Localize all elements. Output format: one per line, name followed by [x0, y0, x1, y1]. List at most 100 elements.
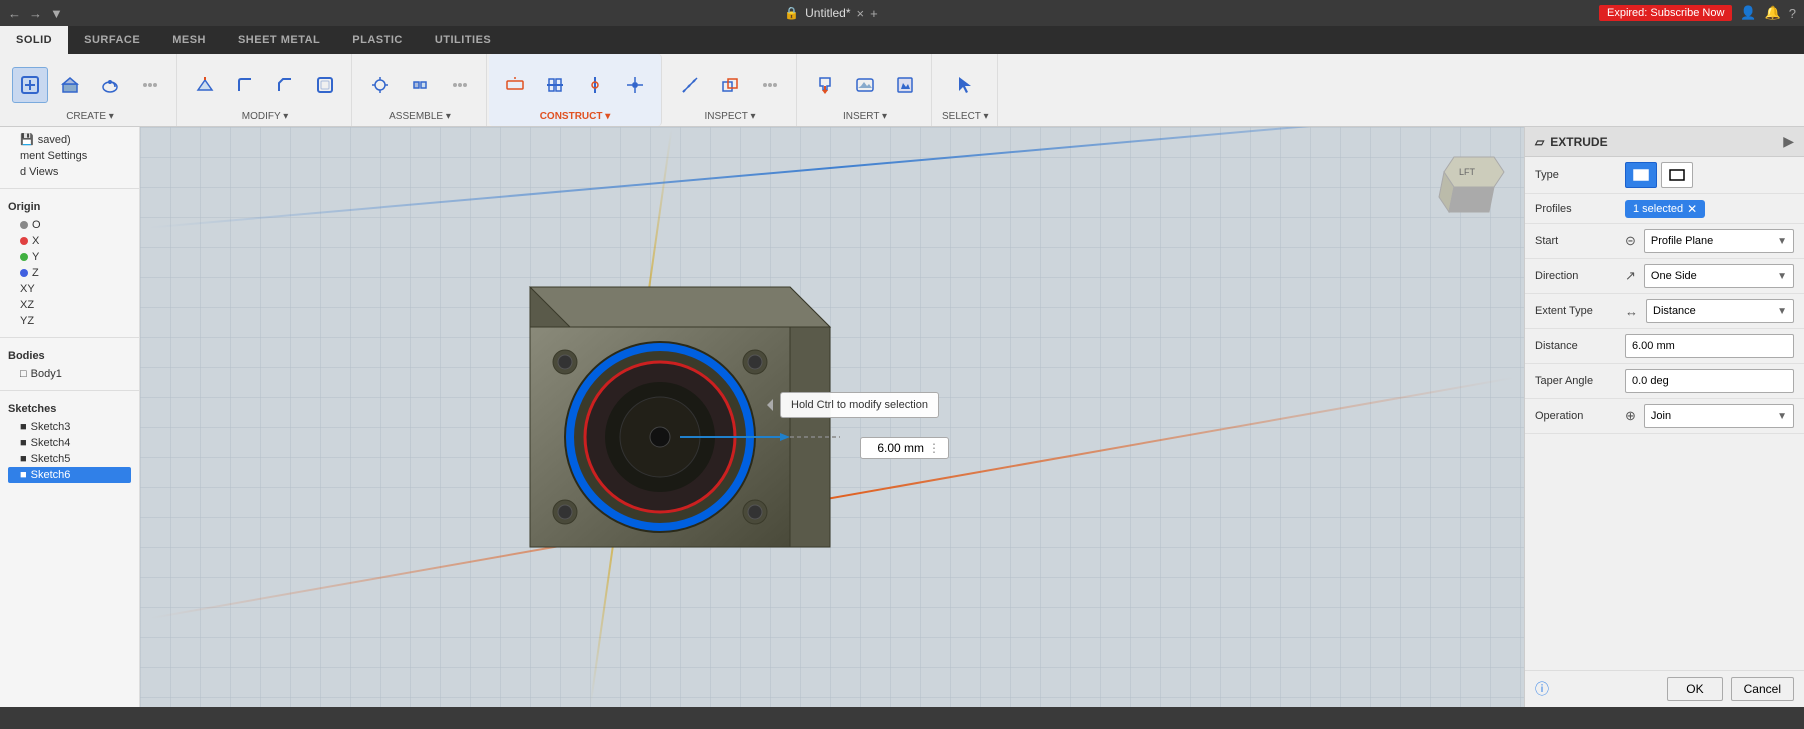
taper-label: Taper Angle	[1535, 375, 1625, 387]
select-group: SELECT ▾	[934, 54, 998, 126]
as-built-joint-btn[interactable]	[402, 67, 438, 103]
direction-dropdown[interactable]: One Side ▼	[1644, 264, 1794, 288]
top-bar-right: Expired: Subscribe Now 👤 🔔 ?	[1599, 5, 1796, 21]
tab-plastic[interactable]: PLASTIC	[336, 26, 419, 54]
joint-btn[interactable]	[362, 67, 398, 103]
distance-field[interactable]	[1625, 334, 1794, 358]
distance-options-icon[interactable]: ⋮	[928, 441, 940, 455]
assemble-label[interactable]: ASSEMBLE ▾	[389, 111, 451, 122]
subscribe-button[interactable]: Expired: Subscribe Now	[1599, 5, 1732, 21]
type-surface-btn[interactable]	[1661, 162, 1693, 188]
operation-label: Operation	[1535, 410, 1625, 422]
ok-button[interactable]: OK	[1667, 677, 1722, 701]
extrude-btn[interactable]	[52, 67, 88, 103]
modify-label[interactable]: MODIFY ▾	[242, 111, 289, 122]
type-control	[1625, 162, 1794, 188]
info-icon[interactable]: ⓘ	[1535, 679, 1549, 699]
cancel-button[interactable]: Cancel	[1731, 677, 1794, 701]
extent-icon: ↔	[1625, 304, 1638, 319]
back-icon[interactable]: ←	[8, 6, 21, 21]
canvas-btn[interactable]	[887, 67, 923, 103]
revolve-btn[interactable]	[92, 67, 128, 103]
notification-icon[interactable]: 🔔	[1765, 5, 1781, 21]
fillet-btn[interactable]	[227, 67, 263, 103]
create-label[interactable]: CREATE ▾	[66, 111, 114, 122]
sidebar-origin-o[interactable]: O	[8, 217, 131, 233]
close-icon[interactable]: ×	[857, 6, 865, 21]
midplane-btn[interactable]	[537, 67, 573, 103]
sidebar-saved[interactable]: 💾 saved)	[8, 131, 131, 148]
direction-row: Direction ↗ One Side ▼	[1525, 259, 1804, 294]
sidebar-origin-yz[interactable]: YZ	[8, 313, 131, 329]
assemble-more-btn[interactable]	[442, 67, 478, 103]
sidebar-origin-z[interactable]: Z	[8, 265, 131, 281]
tab-mesh[interactable]: MESH	[156, 26, 222, 54]
panel-expand-icon[interactable]: ▶	[1783, 133, 1794, 150]
sidebar-sketch5[interactable]: ■ Sketch5	[8, 451, 131, 467]
extent-type-label: Extent Type	[1535, 305, 1625, 317]
history-icon[interactable]: ▼	[50, 6, 63, 21]
nav-cube[interactable]: LFT	[1434, 137, 1514, 217]
start-dropdown[interactable]: Profile Plane ▼	[1644, 229, 1794, 253]
sidebar-sketch4[interactable]: ■ Sketch4	[8, 435, 131, 451]
new-component-btn[interactable]	[12, 67, 48, 103]
sidebar-settings[interactable]: ment Settings	[8, 148, 131, 164]
tab-surface[interactable]: SURFACE	[68, 26, 156, 54]
chamfer-btn[interactable]	[267, 67, 303, 103]
distance-input-badge[interactable]: ⋮	[860, 437, 949, 459]
axis-btn[interactable]	[577, 67, 613, 103]
sidebar-origin-x[interactable]: X	[8, 233, 131, 249]
sketch4-icon: ■	[20, 437, 27, 449]
shell-btn[interactable]	[307, 67, 343, 103]
create-group: CREATE ▾	[4, 54, 177, 126]
operation-icon: ⊕	[1625, 408, 1636, 424]
type-solid-btn[interactable]	[1625, 162, 1657, 188]
taper-field[interactable]	[1625, 369, 1794, 393]
taper-control	[1625, 369, 1794, 393]
tab-utilities[interactable]: UTILITIES	[419, 26, 507, 54]
sidebar-views[interactable]: d Views	[8, 164, 131, 180]
sidebar-sketch3[interactable]: ■ Sketch3	[8, 419, 131, 435]
modify-icons	[187, 58, 343, 111]
profiles-badge[interactable]: 1 selected ✕	[1625, 200, 1705, 218]
select-btn[interactable]	[947, 67, 983, 103]
inspect-label[interactable]: INSPECT ▾	[705, 111, 756, 122]
user-icon[interactable]: 👤	[1740, 5, 1756, 21]
distance-label: Distance	[1535, 340, 1625, 352]
sketches-title: Sketches	[8, 399, 131, 419]
select-label[interactable]: SELECT ▾	[942, 111, 989, 122]
sidebar-sketch6[interactable]: ■ Sketch6	[8, 467, 131, 483]
operation-row: Operation ⊕ Join ▼	[1525, 399, 1804, 434]
tab-sheet-metal[interactable]: SHEET METAL	[222, 26, 336, 54]
clear-profiles-icon[interactable]: ✕	[1687, 202, 1697, 216]
sidebar-body1[interactable]: □ Body1	[8, 366, 131, 382]
sidebar-origin-y[interactable]: Y	[8, 249, 131, 265]
point-btn[interactable]	[617, 67, 653, 103]
sidebar-origin-xy[interactable]: XY	[8, 281, 131, 297]
offset-plane-btn[interactable]	[497, 67, 533, 103]
operation-dropdown-arrow: ▼	[1777, 411, 1787, 422]
sidebar-origin-xz[interactable]: XZ	[8, 297, 131, 313]
create-more-btn[interactable]	[132, 67, 168, 103]
help-icon[interactable]: ?	[1789, 6, 1796, 21]
viewport[interactable]: Hold Ctrl to modify selection ⋮ LFT	[140, 127, 1524, 707]
divider-3	[0, 390, 139, 391]
add-tab-icon[interactable]: +	[870, 6, 878, 21]
press-pull-btn[interactable]	[187, 67, 223, 103]
measure-btn[interactable]	[672, 67, 708, 103]
operation-value: Join	[1651, 410, 1671, 422]
insert-label[interactable]: INSERT ▾	[843, 111, 887, 122]
panel-header: ▱ EXTRUDE ▶	[1525, 127, 1804, 157]
construct-label[interactable]: CONSTRUCT ▾	[540, 111, 611, 122]
decal-btn[interactable]	[847, 67, 883, 103]
inspect-more-btn[interactable]	[752, 67, 788, 103]
interference-btn[interactable]	[712, 67, 748, 103]
operation-dropdown[interactable]: Join ▼	[1644, 404, 1794, 428]
tab-solid[interactable]: SOLID	[0, 26, 68, 54]
extent-type-dropdown[interactable]: Distance ▼	[1646, 299, 1794, 323]
distance-input[interactable]	[869, 441, 924, 455]
forward-icon[interactable]: →	[29, 6, 42, 21]
operation-control: ⊕ Join ▼	[1625, 404, 1794, 428]
insert-derive-btn[interactable]	[807, 67, 843, 103]
divider-2	[0, 337, 139, 338]
